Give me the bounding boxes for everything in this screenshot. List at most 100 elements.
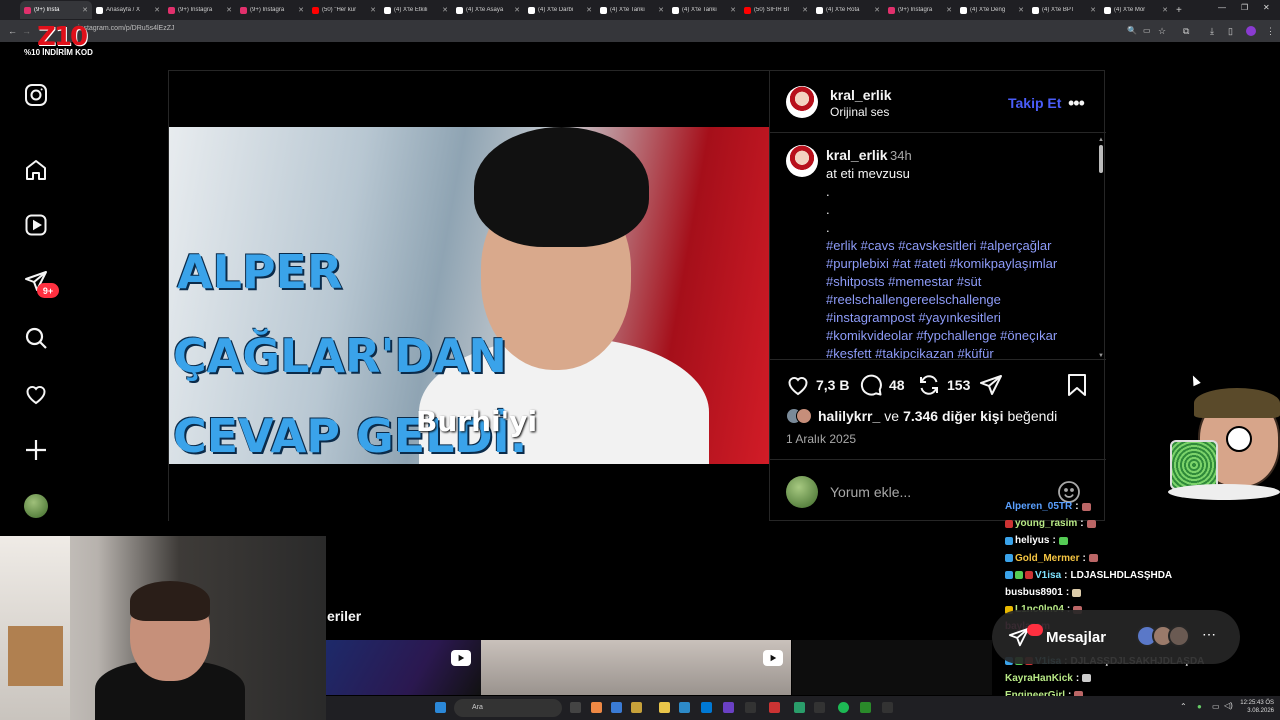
like-button[interactable]: 7,3 B [786, 373, 849, 397]
taskbar-clock[interactable]: 12:25:43 ÖS 3.08.2026 [1238, 699, 1274, 715]
back-arrow-icon[interactable]: ← [8, 26, 17, 36]
messages-pill[interactable]: Mesajlar ⋯ [992, 610, 1240, 664]
browser-tab[interactable]: (4) X'te Deng ✕ [956, 1, 1028, 19]
volume-icon[interactable]: ◁) [1224, 701, 1233, 710]
browser-tab[interactable]: (50) SIFIR Bİ ✕ [740, 1, 812, 19]
more-post-thumbnail[interactable] [481, 640, 791, 695]
cast-icon[interactable]: ▭ [1143, 26, 1151, 35]
comment-input[interactable]: Yorum ekle... [830, 484, 911, 500]
tab-close-icon[interactable]: ✕ [514, 6, 520, 14]
app-icon[interactable] [679, 702, 690, 713]
caption-author-avatar[interactable] [786, 145, 818, 177]
scroll-thumb[interactable] [1099, 145, 1103, 173]
reels-icon[interactable] [23, 212, 49, 238]
scroll-up-icon[interactable]: ▲ [1098, 137, 1104, 143]
tray-arrow-icon[interactable]: ⌃ [1180, 702, 1187, 711]
liked-by-others[interactable]: 7.346 diğer kişi [903, 408, 1003, 424]
tab-close-icon[interactable]: ✕ [730, 6, 736, 14]
maximize-button[interactable]: ❐ [1241, 3, 1248, 12]
browser-tab[interactable]: (9+) Instagra ✕ [236, 1, 308, 19]
tab-close-icon[interactable]: ✕ [658, 6, 664, 14]
browser-tab[interactable]: (4) X'te Rota ✕ [812, 1, 884, 19]
liked-by-user[interactable]: halilykrr_ [818, 408, 880, 424]
app-icon[interactable] [882, 702, 893, 713]
instagram-logo-icon[interactable] [23, 82, 49, 108]
tab-close-icon[interactable]: ✕ [586, 6, 592, 14]
app-icon[interactable] [611, 702, 622, 713]
comment-button[interactable]: 48 [859, 373, 905, 397]
spotify-icon[interactable] [838, 702, 849, 713]
tab-close-icon[interactable]: ✕ [874, 6, 880, 14]
browser-tab[interactable]: (9+) Insta ✕ [20, 1, 92, 19]
more-options-icon[interactable]: ••• [1068, 93, 1085, 114]
caption-hashtags[interactable]: #erlik #cavs #cavskesitleri #alperçağlar… [826, 237, 1088, 359]
mic-icon[interactable]: ● [1197, 702, 1202, 711]
sidepanel-icon[interactable]: ▯ [1228, 26, 1233, 37]
tab-close-icon[interactable]: ✕ [1162, 6, 1168, 14]
browser-tab[interactable]: (4) X'te Etkili ✕ [380, 1, 452, 19]
tab-close-icon[interactable]: ✕ [298, 6, 304, 14]
browser-tab[interactable]: (50) "Her kur ✕ [308, 1, 380, 19]
profile-icon[interactable] [1246, 26, 1256, 36]
extensions-icon[interactable]: ⧉ [1183, 26, 1189, 37]
taskview-icon[interactable] [570, 702, 581, 713]
tab-close-icon[interactable]: ✕ [370, 6, 376, 14]
caption-scrollbar[interactable]: ▲ ▼ [1098, 137, 1104, 359]
folder-icon[interactable] [659, 702, 670, 713]
browser-tab[interactable]: (4) X'te Tanki ✕ [668, 1, 740, 19]
browser-tab[interactable]: (9+) Instagra ✕ [164, 1, 236, 19]
chrome-icon[interactable] [591, 702, 602, 713]
liker-avatar[interactable] [796, 408, 812, 424]
discord-icon[interactable] [723, 702, 734, 713]
tab-close-icon[interactable]: ✕ [82, 6, 88, 14]
search-icon[interactable] [23, 325, 49, 351]
app-icon[interactable] [631, 702, 642, 713]
bookmark-star-icon[interactable]: ☆ [1158, 26, 1166, 37]
author-username[interactable]: kral_erlik [830, 87, 892, 103]
new-tab-button[interactable]: + [1176, 5, 1182, 16]
follow-button[interactable]: Takip Et [1008, 95, 1061, 111]
home-icon[interactable] [23, 157, 49, 183]
audio-label[interactable]: Orijinal ses [830, 105, 889, 119]
network-icon[interactable]: ▭ [1212, 702, 1220, 711]
tab-close-icon[interactable]: ✕ [442, 6, 448, 14]
app-icon[interactable] [794, 702, 805, 713]
browser-tab[interactable]: (9+) Instagra ✕ [884, 1, 956, 19]
caption-username[interactable]: kral_erlik [826, 147, 888, 163]
messages-more-icon[interactable]: ⋯ [1202, 626, 1216, 643]
profile-avatar[interactable] [24, 494, 48, 518]
post-date[interactable]: 1 Aralık 2025 [786, 432, 856, 446]
app-icon[interactable] [745, 702, 756, 713]
taskbar-search[interactable]: Ara [454, 699, 562, 717]
create-plus-icon[interactable] [23, 437, 49, 463]
heart-icon[interactable] [23, 381, 49, 407]
app-icon[interactable] [860, 702, 871, 713]
close-window-button[interactable]: ✕ [1263, 3, 1270, 12]
tab-close-icon[interactable]: ✕ [1090, 6, 1096, 14]
save-button[interactable] [1066, 373, 1088, 397]
edge-icon[interactable] [701, 702, 712, 713]
repost-button[interactable]: 153 [917, 373, 970, 397]
browser-tab[interactable]: (4) X'te Mor ✕ [1100, 1, 1172, 19]
browser-tab[interactable]: Anasayfa / X ✕ [92, 1, 164, 19]
more-post-thumbnail[interactable] [792, 640, 992, 695]
browser-tab[interactable]: (4) X'te BPT ✕ [1028, 1, 1100, 19]
menu-kebab-icon[interactable]: ⋮ [1266, 26, 1275, 37]
download-icon[interactable]: ⤓ [1210, 26, 1214, 37]
share-button[interactable] [979, 373, 1003, 397]
zoom-icon[interactable]: 🔍 [1127, 26, 1137, 35]
tab-close-icon[interactable]: ✕ [226, 6, 232, 14]
tab-close-icon[interactable]: ✕ [802, 6, 808, 14]
minimize-button[interactable]: — [1218, 3, 1226, 12]
browser-tab[interactable]: (4) X'te Darbi ✕ [524, 1, 596, 19]
tab-close-icon[interactable]: ✕ [154, 6, 160, 14]
author-avatar[interactable] [786, 86, 818, 118]
browser-tab[interactable]: (4) X'te Tanki ✕ [596, 1, 668, 19]
more-post-thumbnail[interactable] [326, 640, 481, 695]
start-icon[interactable] [435, 702, 446, 713]
tab-close-icon[interactable]: ✕ [946, 6, 952, 14]
app-icon[interactable] [769, 702, 780, 713]
tab-close-icon[interactable]: ✕ [1018, 6, 1024, 14]
post-video[interactable]: ALPER ÇAĞLAR'DAN CEVAP GELDİ. Burhi'yi [169, 71, 769, 521]
browser-tab[interactable]: (4) X'te Asaya ✕ [452, 1, 524, 19]
